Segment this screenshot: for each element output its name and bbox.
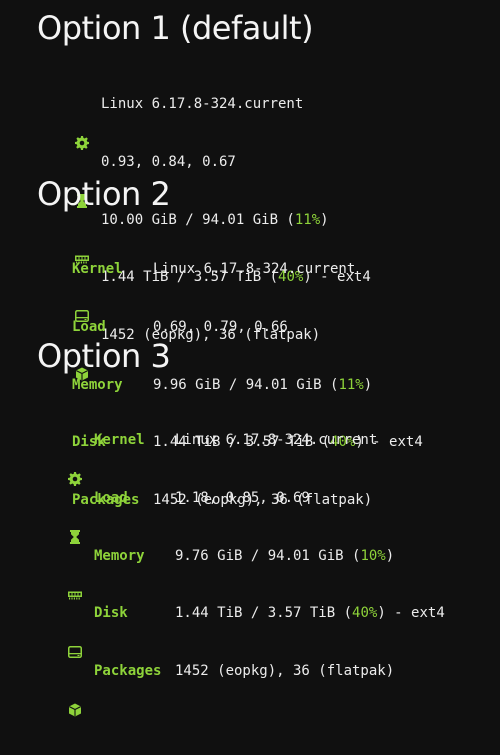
option-3-kernel-label: Kernel [94, 432, 145, 449]
option-3-title: Option 3 [37, 337, 171, 375]
option-3-load-row: Load 1.18, 0.85, 0.69 [68, 489, 445, 544]
option-2-memory-label: Memory [72, 376, 123, 393]
option-3-disk-label: Disk [94, 605, 128, 622]
option-3-kernel-value: Linux 6.17.8-324.current [175, 432, 378, 449]
option-2-kernel-label: Kernel [72, 261, 123, 278]
option-1-kernel-value: Linux 6.17.8-324.current [101, 96, 304, 113]
option-3-packages-row: Packages 1452 (eopkg), 36 (flatpak) [68, 662, 445, 717]
option-3-packages-value: 1452 (eopkg), 36 (flatpak) [175, 662, 395, 679]
option-3-memory-row: Memory 9.76 GiB / 94.01 GiB (10%) [68, 547, 445, 600]
option-1-title: Option 1 (default) [37, 9, 314, 47]
option-1-load-value: 0.93, 0.84, 0.67 [101, 154, 236, 170]
option-3-memory-label: Memory [94, 547, 145, 564]
option-1-load-row: 0.93, 0.84, 0.67 [75, 153, 371, 208]
option-2-memory-percent: 11% [338, 376, 364, 393]
option-2-memory-row: Memory 9.96 GiB / 94.01 GiB (11%) [72, 376, 423, 395]
option-3-packages-label: Packages [94, 662, 162, 679]
option-3-kernel-row: Kernel Linux 6.17.8-324.current [68, 431, 445, 487]
package-icon [68, 664, 82, 717]
gear-icon [75, 98, 89, 151]
option-3-rows: Kernel Linux 6.17.8-324.current Load 1.1… [68, 393, 445, 719]
option-2-load-value: 0.69, 0.79, 0.66 [153, 319, 288, 335]
disk-icon [68, 607, 82, 659]
hourglass-icon [75, 156, 89, 208]
option-1-kernel-row: Linux 6.17.8-324.current [75, 95, 371, 151]
option-2-kernel-row: Kernel Linux 6.17.8-324.current [72, 260, 423, 279]
option-3-disk-row: Disk 1.44 TiB / 3.57 TiB (40%) - ext4 [68, 604, 445, 659]
option-3-memory-value: 9.76 GiB / 94.01 GiB (10%) [175, 547, 395, 564]
hourglass-icon [68, 492, 82, 544]
option-2-kernel-value: Linux 6.17.8-324.current [153, 261, 356, 278]
option-2-load-row: Load 0.69, 0.79, 0.66 [72, 318, 423, 337]
option-3-disk-percent: 40% [352, 605, 378, 622]
option-2-memory-value: 9.96 GiB / 94.01 GiB (11%) [153, 376, 373, 393]
option-3-disk-value: 1.44 TiB / 3.57 TiB (40%) - ext4 [175, 605, 445, 622]
gear-icon [68, 434, 82, 487]
option-3-load-label: Load [94, 490, 128, 506]
option-2-title: Option 2 [37, 175, 171, 213]
option-2-load-label: Load [72, 319, 106, 335]
memory-icon [68, 549, 82, 600]
option-3-memory-percent: 10% [360, 547, 386, 564]
option-3-load-value: 1.18, 0.85, 0.69 [175, 490, 310, 506]
